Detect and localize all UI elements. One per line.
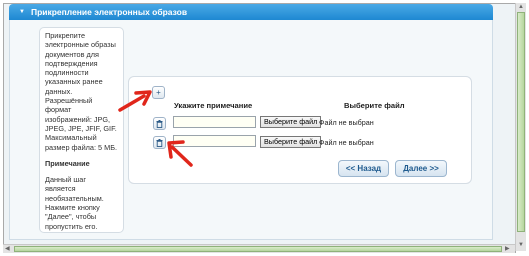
scroll-right-icon[interactable]: ▶: [505, 245, 510, 253]
scroll-down-icon[interactable]: ▼: [518, 241, 524, 249]
back-button[interactable]: << Назад: [338, 160, 389, 177]
note-text: Данный шаг является необязательным. Нажм…: [45, 175, 104, 231]
trash-icon: [156, 138, 163, 147]
scroll-up-icon[interactable]: ▲: [518, 3, 524, 11]
red-arrow-annotation: [118, 90, 152, 112]
info-description: Прикрепите электронные образы документов…: [45, 31, 118, 152]
panel-title: Прикрепление электронных образов: [30, 7, 188, 17]
trash-icon: [156, 119, 163, 128]
vertical-scroll-thumb[interactable]: [517, 12, 525, 232]
horizontal-scrollbar[interactable]: ◀ ▶: [3, 244, 515, 253]
collapse-triangle-icon[interactable]: ▼: [19, 9, 25, 15]
vertical-scrollbar[interactable]: ▲ ▼: [515, 3, 526, 251]
file-status-1: Файл не выбран: [319, 118, 374, 127]
panel-header[interactable]: ▼ Прикрепление электронных образов: [9, 4, 493, 20]
column-header-file: Выберите файл: [344, 101, 405, 110]
file-status-2: Файл не выбран: [319, 138, 374, 147]
column-header-note: Укажите примечание: [174, 101, 253, 110]
red-arrow-annotation: [167, 140, 193, 167]
note-input-1[interactable]: [173, 116, 256, 128]
info-box: Прикрепите электронные образы документов…: [39, 27, 124, 233]
note-title: Примечание: [45, 158, 90, 168]
choose-file-button-2[interactable]: Выберите файл: [260, 136, 322, 148]
delete-row-button[interactable]: [153, 117, 166, 130]
plus-icon: +: [156, 88, 161, 97]
next-button[interactable]: Далее >>: [395, 160, 447, 177]
horizontal-scroll-thumb[interactable]: [14, 246, 502, 252]
choose-file-button-1[interactable]: Выберите файл: [260, 116, 322, 128]
scroll-left-icon[interactable]: ◀: [5, 245, 10, 253]
